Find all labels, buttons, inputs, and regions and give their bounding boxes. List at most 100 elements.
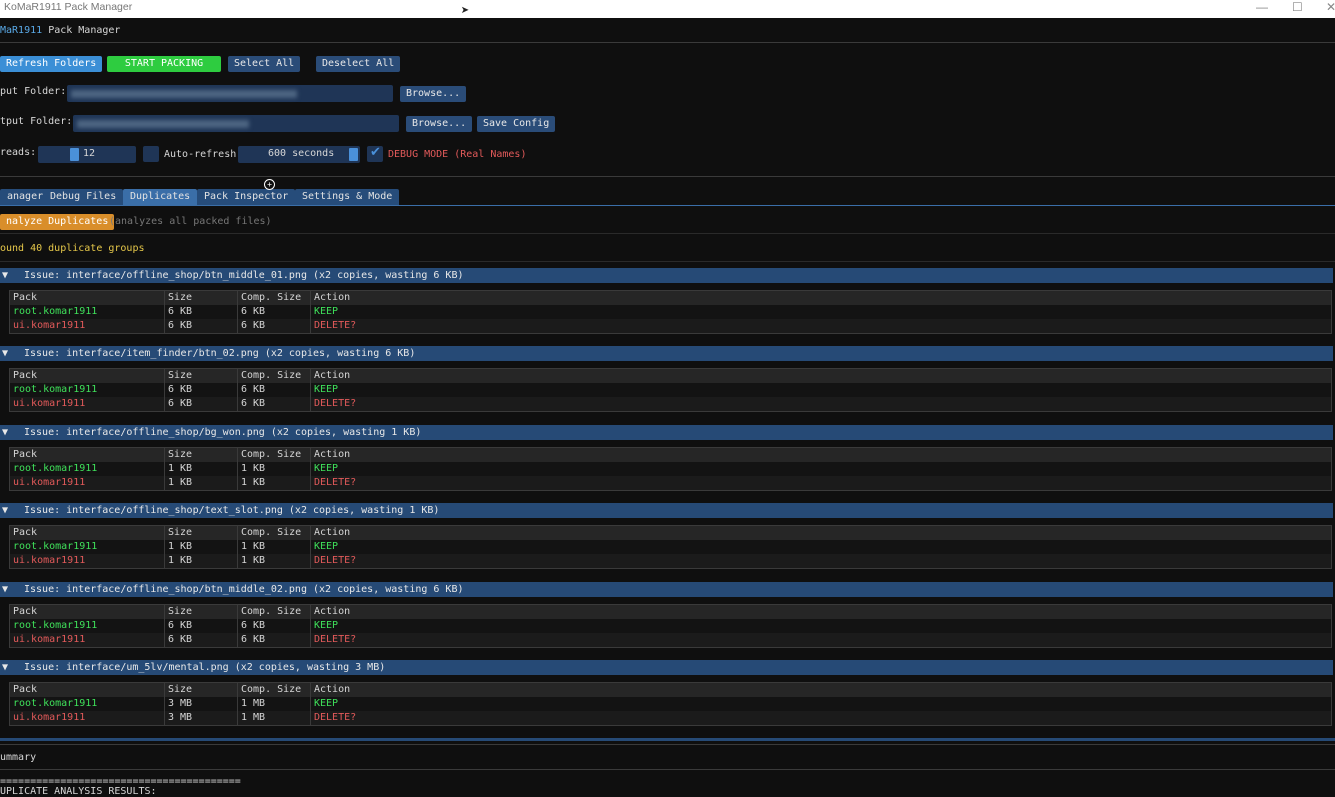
slider-handle[interactable] bbox=[349, 148, 358, 161]
group-header-text: Issue: interface/offline_shop/btn_middle… bbox=[24, 584, 464, 595]
refresh-interval-slider[interactable]: 600 seconds bbox=[238, 146, 360, 163]
summary-header[interactable]: ummary bbox=[0, 752, 36, 763]
comp-size-cell: 6 KB bbox=[237, 383, 310, 397]
table-row[interactable]: ui.komar1911 1 KB 1 KB DELETE? bbox=[10, 554, 1331, 568]
table-header-row: Pack Size Comp. Size Action bbox=[10, 369, 1331, 383]
save-config-button[interactable]: Save Config bbox=[477, 116, 556, 132]
collapse-arrow-icon[interactable]: ▼ bbox=[0, 268, 24, 283]
table-row[interactable]: ui.komar1911 6 KB 6 KB DELETE? bbox=[10, 633, 1331, 647]
size-cell: 6 KB bbox=[164, 619, 237, 633]
size-cell: 1 KB bbox=[164, 540, 237, 554]
table-row[interactable]: root.komar1911 6 KB 6 KB KEEP bbox=[10, 619, 1331, 633]
close-button[interactable]: ✕ bbox=[1326, 0, 1335, 14]
minimize-button[interactable]: — bbox=[1256, 0, 1268, 14]
action-cell: DELETE? bbox=[310, 711, 1214, 725]
slider-handle[interactable] bbox=[70, 148, 79, 161]
output-browse-button[interactable]: Browse... bbox=[406, 116, 473, 132]
table-row[interactable]: ui.komar1911 3 MB 1 MB DELETE? bbox=[10, 711, 1331, 725]
pack-cell: ui.komar1911 bbox=[13, 320, 86, 331]
table-row[interactable]: ui.komar1911 6 KB 6 KB DELETE? bbox=[10, 319, 1331, 333]
collapse-arrow-icon[interactable]: ▼ bbox=[0, 582, 24, 597]
size-cell: 6 KB bbox=[164, 397, 237, 411]
summary-divider-top bbox=[0, 744, 1335, 745]
column-header: Comp. Size bbox=[237, 526, 310, 540]
column-header: Size bbox=[164, 448, 237, 462]
group-header[interactable]: ▼ Issue: interface/item_finder/btn_02.png… bbox=[0, 346, 1333, 361]
pack-cell: root.komar1911 bbox=[13, 463, 98, 474]
table-row[interactable]: root.komar1911 3 MB 1 MB KEEP bbox=[10, 697, 1331, 711]
table-row[interactable]: root.komar1911 1 KB 1 KB KEEP bbox=[10, 540, 1331, 554]
comp-size-cell: 1 MB bbox=[237, 711, 310, 725]
table-row[interactable]: ui.komar1911 1 KB 1 KB DELETE? bbox=[10, 476, 1331, 490]
column-header: Comp. Size bbox=[237, 605, 310, 619]
window-titlebar: KoMaR1911 Pack Manager — ☐ ✕ bbox=[0, 0, 1335, 18]
deselect-all-button[interactable]: Deselect All bbox=[316, 56, 401, 72]
pack-cell: ui.komar1911 bbox=[13, 477, 86, 488]
action-cell: DELETE? bbox=[310, 633, 1214, 647]
maximize-button[interactable]: ☐ bbox=[1292, 0, 1303, 14]
column-header: Action bbox=[310, 605, 1214, 619]
tab-debug-files[interactable]: Debug Files bbox=[43, 189, 124, 205]
auto-refresh-checkbox[interactable] bbox=[143, 146, 159, 162]
size-cell: 6 KB bbox=[164, 633, 237, 647]
column-header: Size bbox=[164, 291, 237, 305]
collapse-arrow-icon[interactable]: ▼ bbox=[0, 425, 24, 440]
group-header[interactable]: ▼ Issue: interface/offline_shop/btn_middl… bbox=[0, 582, 1333, 597]
comp-size-cell: 6 KB bbox=[237, 619, 310, 633]
auto-refresh-label: Auto-refresh bbox=[164, 149, 237, 160]
results-divider bbox=[0, 261, 1335, 262]
action-cell: KEEP bbox=[310, 540, 1214, 554]
tab-duplicates[interactable]: Duplicates bbox=[123, 189, 198, 205]
start-packing-button[interactable]: START PACKING bbox=[107, 56, 221, 72]
output-folder-field[interactable] bbox=[73, 115, 399, 132]
select-all-button[interactable]: Select All bbox=[228, 56, 301, 72]
scroll-region-edge bbox=[0, 738, 1335, 741]
column-header: Action bbox=[310, 291, 1214, 305]
app-name: Pack Manager bbox=[48, 25, 121, 36]
column-header: Pack bbox=[13, 684, 38, 695]
column-header: Action bbox=[310, 526, 1214, 540]
mouse-pointer-icon: ➤ bbox=[461, 3, 470, 19]
analyze-duplicates-button[interactable]: nalyze Duplicates bbox=[0, 214, 115, 230]
input-browse-button[interactable]: Browse... bbox=[400, 86, 467, 102]
duplicate-table: Pack Size Comp. Size Action root.komar1911 6 … bbox=[9, 604, 1332, 648]
table-row[interactable]: ui.komar1911 6 KB 6 KB DELETE? bbox=[10, 397, 1331, 411]
duplicate-table: Pack Size Comp. Size Action root.komar1911 6 … bbox=[9, 368, 1332, 412]
refresh-folders-button[interactable]: Refresh Folders bbox=[0, 56, 103, 72]
group-header[interactable]: ▼ Issue: interface/offline_shop/text_slot… bbox=[0, 503, 1333, 518]
comp-size-cell: 1 MB bbox=[237, 697, 310, 711]
comp-size-cell: 1 KB bbox=[237, 540, 310, 554]
duplicate-table: Pack Size Comp. Size Action root.komar1911 1 … bbox=[9, 447, 1332, 491]
column-header: Action bbox=[310, 448, 1214, 462]
group-header-text: Issue: interface/item_finder/btn_02.png … bbox=[24, 348, 416, 359]
table-row[interactable]: root.komar1911 6 KB 6 KB KEEP bbox=[10, 383, 1331, 397]
duplicate-table: Pack Size Comp. Size Action root.komar1911 6 … bbox=[9, 290, 1332, 334]
column-header: Size bbox=[164, 683, 237, 697]
debug-mode-checkbox[interactable]: ✔ bbox=[367, 145, 383, 162]
size-cell: 1 KB bbox=[164, 476, 237, 490]
comp-size-cell: 6 KB bbox=[237, 305, 310, 319]
collapse-arrow-icon[interactable]: ▼ bbox=[0, 503, 24, 518]
table-header-row: Pack Size Comp. Size Action bbox=[10, 526, 1331, 540]
tab-pack-inspector[interactable]: Pack Inspector bbox=[197, 189, 296, 205]
input-folder-label: put Folder: bbox=[0, 86, 67, 97]
action-cell: DELETE? bbox=[310, 476, 1214, 490]
group-header[interactable]: ▼ Issue: interface/um_5lv/mental.png (x2 … bbox=[0, 660, 1333, 675]
table-row[interactable]: root.komar1911 6 KB 6 KB KEEP bbox=[10, 305, 1331, 319]
app-header: MaR1911 Pack Manager bbox=[0, 25, 120, 36]
group-header[interactable]: ▼ Issue: interface/offline_shop/bg_won.pn… bbox=[0, 425, 1333, 440]
collapse-arrow-icon[interactable]: ▼ bbox=[0, 346, 24, 361]
size-cell: 1 KB bbox=[164, 462, 237, 476]
pack-cell: root.komar1911 bbox=[13, 541, 98, 552]
table-header-row: Pack Size Comp. Size Action bbox=[10, 448, 1331, 462]
column-header: Comp. Size bbox=[237, 448, 310, 462]
threads-slider[interactable]: 12 bbox=[38, 146, 136, 163]
input-folder-field[interactable] bbox=[67, 85, 393, 102]
group-header[interactable]: ▼ Issue: interface/offline_shop/btn_middl… bbox=[0, 268, 1333, 283]
action-cell: DELETE? bbox=[310, 397, 1214, 411]
table-row[interactable]: root.komar1911 1 KB 1 KB KEEP bbox=[10, 462, 1331, 476]
collapse-arrow-icon[interactable]: ▼ bbox=[0, 660, 24, 675]
analyze-divider bbox=[0, 233, 1335, 234]
size-cell: 6 KB bbox=[164, 383, 237, 397]
tab-settings-mode[interactable]: Settings & Mode bbox=[295, 189, 400, 205]
